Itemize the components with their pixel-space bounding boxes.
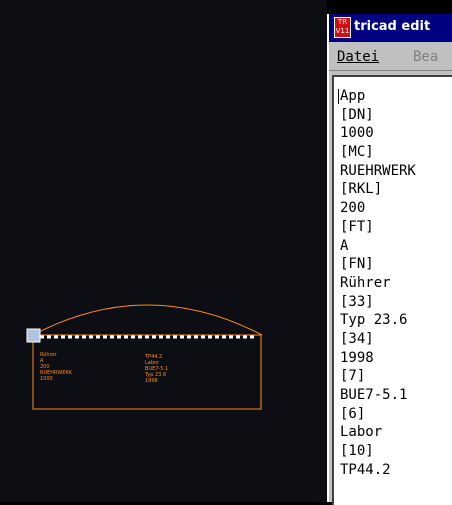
window-titlebar[interactable]: TR V11 tricad edit xyxy=(329,14,452,42)
vessel-dome-outline xyxy=(32,304,263,336)
text-line[interactable]: [MC] xyxy=(340,143,416,162)
text-line[interactable]: BUE7-5.1 xyxy=(340,386,416,405)
menu-bar: Datei Bea xyxy=(329,42,452,71)
cad-drawing-area[interactable]: Rührer A 200 RUEHRWERK 1000 TP44.2 Labor… xyxy=(0,0,327,502)
cad-label-right-5: 1998 xyxy=(145,378,158,384)
text-line[interactable]: [RKL] xyxy=(340,180,416,199)
text-line[interactable]: [FN] xyxy=(340,255,416,274)
text-line[interactable]: Labor xyxy=(340,423,416,442)
attribute-labels-left: Rührer A 200 RUEHRWERK 1000 xyxy=(40,352,73,382)
text-line[interactable]: RUEHRWERK xyxy=(340,162,416,181)
text-line[interactable]: Typ 23.6 xyxy=(340,311,416,330)
app-icon-text-top: TR xyxy=(337,18,348,26)
text-line[interactable]: Rührer xyxy=(340,274,416,293)
window-title: tricad edit xyxy=(354,19,431,34)
tricad-edit-window: TR V11 tricad edit Datei Bea App [DN] 1000… xyxy=(327,14,452,505)
text-line[interactable]: [34] xyxy=(340,330,416,349)
text-line[interactable]: TP44.2 xyxy=(340,461,416,480)
text-line[interactable]: [10] xyxy=(340,442,416,461)
text-caret xyxy=(338,89,339,104)
cad-label-left-5: 1000 xyxy=(40,376,53,382)
text-line[interactable]: 1998 xyxy=(340,349,416,368)
attribute-labels-right: TP44.2 Labor BUE7-5.1 Typ 23.6 1998 xyxy=(144,354,168,384)
text-line[interactable]: [DN] xyxy=(340,106,416,125)
cad-canvas: Rührer A 200 RUEHRWERK 1000 TP44.2 Labor… xyxy=(26,304,263,410)
attribute-lines: App [DN] 1000 [MC] RUEHRWERK [RKL] 200 [FT] A [FN… xyxy=(340,87,416,479)
text-line[interactable]: [FT] xyxy=(340,218,416,237)
text-line[interactable]: App xyxy=(340,87,416,106)
menu-file[interactable]: Datei xyxy=(337,49,379,65)
attribute-text-editor[interactable]: App [DN] 1000 [MC] RUEHRWERK [RKL] 200 [FT] A [FN… xyxy=(332,75,452,505)
text-line[interactable]: A xyxy=(340,237,416,256)
tricad-app-icon[interactable]: TR V11 xyxy=(334,17,351,38)
app-icon-text-bottom: V11 xyxy=(335,27,350,35)
text-line[interactable]: [7] xyxy=(340,367,416,386)
text-line[interactable]: [6] xyxy=(340,405,416,424)
text-line[interactable]: 200 xyxy=(340,199,416,218)
menu-edit[interactable]: Bea xyxy=(413,49,438,65)
text-line[interactable]: [33] xyxy=(340,293,416,312)
text-line[interactable]: 1000 xyxy=(340,124,416,143)
selection-handle-icon[interactable] xyxy=(26,328,41,343)
